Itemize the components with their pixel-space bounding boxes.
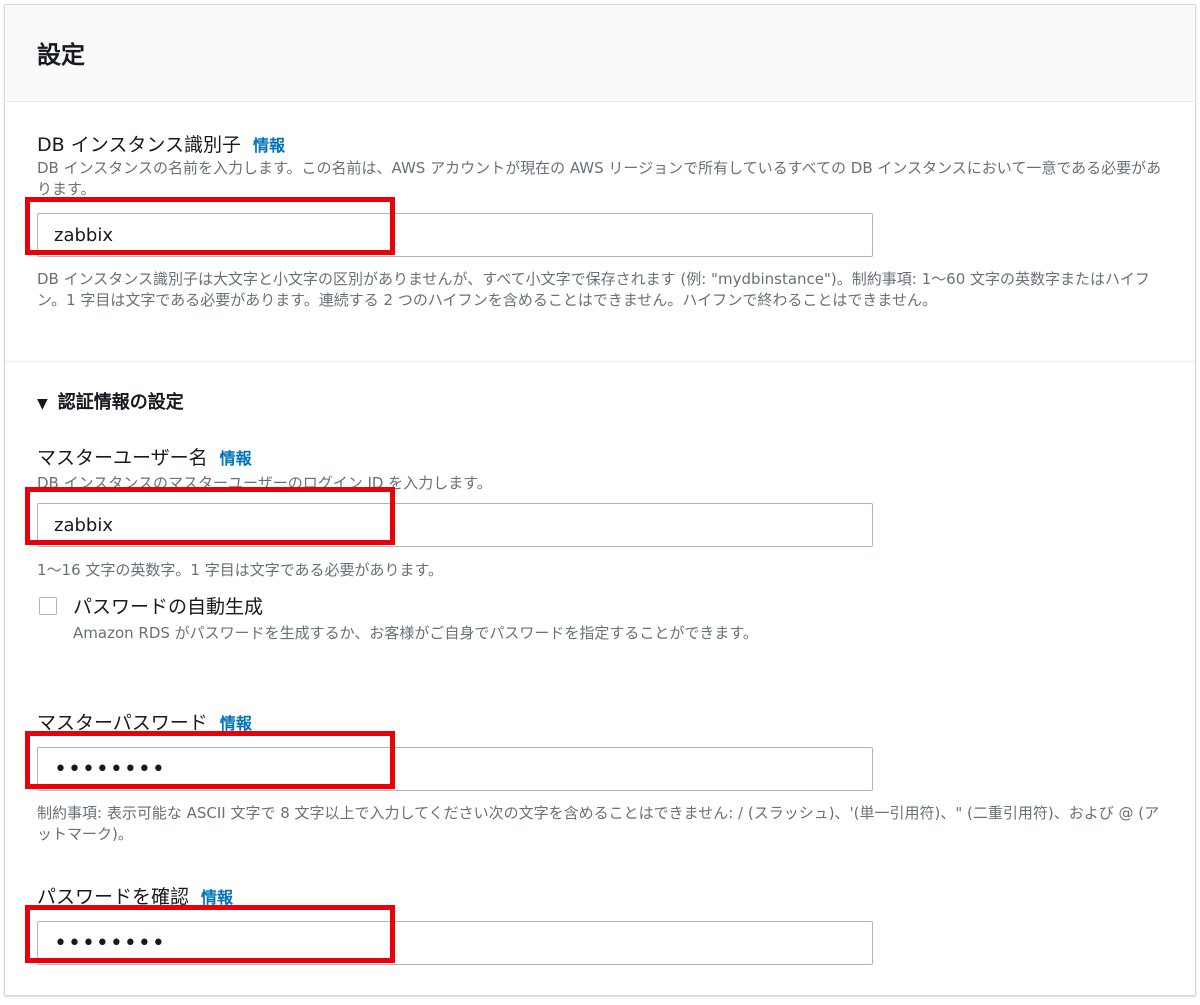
auto-generate-password-label[interactable]: パスワードの自動生成: [73, 592, 263, 619]
master-password-field: マスターパスワード 情報: [37, 708, 252, 735]
master-username-constraint: 1～16 文字の英数字。1 字目は文字である必要があります。: [37, 561, 444, 579]
db-identifier-info-link[interactable]: 情報: [253, 136, 285, 155]
master-username-info-link[interactable]: 情報: [220, 449, 252, 468]
confirm-password-input[interactable]: [37, 921, 873, 965]
section-divider: [5, 361, 1195, 362]
auto-generate-password-checkbox[interactable]: [39, 597, 57, 615]
db-identifier-description: DB インスタンスの名前を入力します。この名前は、AWS アカウントが現在の A…: [37, 159, 1162, 198]
panel-title: 設定: [37, 41, 85, 69]
db-identifier-constraint: DB インスタンス識別子は大文字と小文字の区別がありませんが、すべて小文字で保存…: [37, 270, 1150, 309]
master-password-info-link[interactable]: 情報: [220, 714, 252, 733]
credentials-section-toggle[interactable]: ▼ 認証情報の設定: [37, 388, 184, 414]
caret-down-icon: ▼: [37, 396, 48, 412]
master-username-label: マスターユーザー名: [37, 447, 208, 469]
confirm-password-field: パスワードを確認 情報: [37, 882, 233, 909]
master-password-constraint: 制約事項: 表示可能な ASCII 文字で 8 文字以上で入力してください次の文…: [37, 804, 1160, 843]
db-identifier-field: DB インスタンス識別子 情報: [37, 130, 285, 157]
master-username-field: マスターユーザー名 情報: [37, 443, 252, 470]
db-identifier-label: DB インスタンス識別子: [37, 134, 241, 156]
master-username-input[interactable]: [37, 503, 873, 547]
master-password-input[interactable]: [37, 747, 873, 791]
master-username-description: DB インスタンスのマスターユーザーのログイン ID を入力します。: [37, 474, 492, 492]
master-password-label: マスターパスワード: [37, 712, 208, 734]
confirm-password-info-link[interactable]: 情報: [201, 888, 233, 907]
credentials-section-label: 認証情報の設定: [57, 392, 184, 413]
confirm-password-label: パスワードを確認: [37, 886, 190, 908]
panel-header: 設定: [5, 5, 1195, 102]
db-identifier-input[interactable]: [37, 213, 873, 257]
auto-generate-password-description: Amazon RDS がパスワードを生成するか、お客様がご自身でパスワードを指定…: [73, 624, 758, 642]
settings-panel: 設定 DB インスタンス識別子 情報 DB インスタンスの名前を入力します。この名…: [4, 4, 1196, 996]
